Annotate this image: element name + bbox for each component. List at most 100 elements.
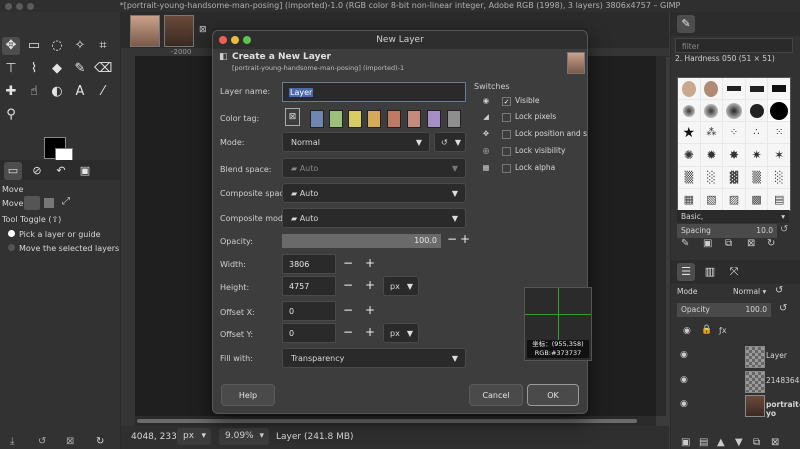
brush-filter-input[interactable]: filter — [675, 38, 793, 53]
brush-grunge-icon[interactable]: ▓ — [723, 166, 745, 188]
maximize-window-button[interactable] — [27, 3, 34, 10]
offset-x-input[interactable]: 0 — [282, 301, 336, 321]
brush-misc-icon[interactable]: ▩ — [745, 188, 768, 210]
width-decrease-button[interactable]: − — [338, 254, 358, 274]
height-increase-button[interactable]: + — [360, 276, 380, 296]
reset-spacing-icon[interactable]: ↺ — [780, 224, 788, 235]
brush-hardness-icon[interactable] — [723, 78, 745, 100]
ok-button[interactable]: OK — [527, 384, 579, 406]
color-tag-brown[interactable] — [387, 110, 401, 128]
width-input[interactable]: 3806 — [282, 254, 336, 274]
brush-star-icon[interactable]: ★ — [678, 122, 700, 144]
layer-mode-select[interactable]: Normal ▾ — [733, 287, 766, 296]
undo-history-tab[interactable]: ↶ — [52, 162, 70, 180]
images-tab[interactable]: ▣ — [76, 162, 94, 180]
visibility-eye-icon[interactable]: ◉ — [680, 399, 688, 409]
raise-layer-icon[interactable]: ▲ — [717, 437, 725, 448]
lock-visibility-checkbox[interactable] — [502, 146, 511, 156]
height-input[interactable]: 4757 — [282, 276, 336, 296]
fx-header-icon[interactable]: ƒx — [719, 326, 727, 335]
dialog-minimize-button[interactable] — [231, 36, 239, 44]
brush-grunge-icon[interactable]: ▒ — [745, 166, 768, 188]
brush-face-icon[interactable] — [700, 78, 723, 100]
smudge-icon[interactable]: ☝ — [25, 83, 43, 101]
warp-icon[interactable]: ⌇ — [25, 60, 43, 78]
layers-tab-icon[interactable]: ☰ — [677, 263, 695, 281]
new-group-icon[interactable]: ▤ — [699, 437, 708, 448]
color-tag-green[interactable] — [329, 110, 343, 128]
new-layer-icon[interactable]: ▣ — [681, 437, 690, 448]
brush-texture-icon[interactable]: ∴ — [745, 122, 768, 144]
brush-grunge-icon[interactable]: ░ — [768, 166, 790, 188]
mode-select[interactable]: Normal ▼ — [282, 132, 430, 152]
dialog-close-button[interactable] — [219, 36, 227, 44]
vertical-scrollbar[interactable] — [656, 56, 666, 416]
brush-splatter-icon[interactable]: ✷ — [745, 144, 768, 166]
color-tag-yellow[interactable] — [348, 110, 362, 128]
reset-options-icon[interactable]: ↻ — [96, 436, 104, 447]
cancel-button[interactable]: Cancel — [469, 384, 523, 406]
help-button[interactable]: Help — [221, 384, 275, 406]
composite-space-select[interactable]: ▰ Auto ▼ — [282, 183, 466, 203]
text-icon[interactable]: A — [71, 83, 89, 101]
offset-y-input[interactable]: 0 — [282, 323, 336, 343]
opacity-increase-button[interactable]: + — [455, 231, 475, 249]
move-path-toggle[interactable]: ⤢ — [62, 196, 70, 207]
brush-misc-icon[interactable]: ▧ — [700, 188, 723, 210]
image-tab-thumbnail[interactable] — [130, 15, 160, 47]
brush-soft-icon[interactable] — [678, 100, 700, 122]
brush-grunge-icon[interactable]: ░ — [700, 166, 723, 188]
move-selected-radio[interactable]: Move the selected layers — [8, 244, 119, 253]
composite-mode-select[interactable]: ▰ Auto ▼ — [282, 208, 466, 228]
brush-soft-icon[interactable] — [700, 100, 723, 122]
brush-misc-icon[interactable]: ▤ — [768, 188, 790, 210]
offset-x-decrease-button[interactable]: − — [338, 301, 358, 321]
mode-reset-icon[interactable]: ↺ — [775, 285, 783, 296]
lock-position-checkbox[interactable] — [502, 129, 511, 139]
brushes-tab-icon[interactable]: ✎ — [677, 15, 695, 33]
opacity-slider[interactable]: 100.0 — [282, 234, 441, 248]
zoom-select[interactable]: 9.09% ▾ — [219, 428, 269, 445]
unit-select[interactable]: px ▾ — [177, 428, 211, 445]
brush-splatter-icon[interactable]: ✹ — [700, 144, 723, 166]
blend-space-select[interactable]: ▰ Auto ▼ — [282, 158, 466, 178]
dialog-maximize-button[interactable] — [243, 36, 251, 44]
lock-alpha-checkbox[interactable] — [502, 163, 511, 173]
opacity-reset-icon[interactable]: ↺ — [779, 303, 787, 314]
brush-hardness-icon[interactable] — [745, 78, 768, 100]
layer-name-input[interactable]: Layer — [282, 82, 466, 102]
color-tag-blue[interactable] — [310, 110, 324, 128]
switch-lock-visibility[interactable]: ◎ Lock visibility — [480, 144, 565, 158]
offset-unit-select[interactable]: px ▼ — [383, 323, 419, 343]
save-options-icon[interactable]: ⤓ — [10, 436, 14, 447]
move-layer-toggle[interactable] — [24, 196, 40, 210]
image-tab-thumbnail[interactable] — [164, 15, 194, 47]
duplicate-layer-icon[interactable]: ⧉ — [753, 437, 760, 448]
crop-icon[interactable]: ⌗ — [94, 37, 112, 55]
color-picker-icon[interactable]: ⁄ — [94, 83, 112, 101]
edit-brush-icon[interactable]: ✎ — [681, 238, 689, 249]
tool-options-tab[interactable]: ▭ — [4, 162, 22, 180]
delete-layer-icon[interactable]: ⊠ — [771, 437, 779, 448]
pick-layer-radio[interactable]: Pick a layer or guide — [8, 230, 101, 239]
layer-row[interactable]: ◉ Layer — [676, 344, 800, 368]
brush-hard-icon[interactable] — [745, 100, 768, 122]
move-selection-toggle[interactable] — [44, 198, 54, 208]
switch-lock-pixels[interactable]: ◢ Lock pixels — [480, 110, 556, 124]
spacing-slider[interactable]: Spacing 10.0 — [677, 224, 777, 238]
paintbrush-icon[interactable]: ✎ — [71, 60, 89, 78]
brush-face-icon[interactable] — [678, 78, 700, 100]
visible-checkbox[interactable]: ✓ — [502, 96, 511, 106]
fuzzy-select-icon[interactable]: ✧ — [71, 37, 89, 55]
heal-icon[interactable]: ✚ — [2, 83, 20, 101]
switch-visible[interactable]: ◉ ✓ Visible — [480, 94, 540, 108]
offset-y-decrease-button[interactable]: − — [338, 323, 358, 343]
bucket-fill-icon[interactable]: ◆ — [48, 60, 66, 78]
fill-with-select[interactable]: Transparency ▼ — [282, 348, 466, 368]
move-icon[interactable]: ✥ — [2, 37, 20, 55]
brush-texture-icon[interactable]: ⁘ — [723, 122, 745, 144]
device-status-tab[interactable]: ⊘ — [28, 162, 46, 180]
brush-grid[interactable]: ★ ⁂ ⁘ ∴ ⁙ ✺ ✹ ✸ ✷ ✶ ▒ ░ ▓ ▒ ░ ▦ ▧ ▨ ▩ ▤ — [677, 77, 791, 211]
width-increase-button[interactable]: + — [360, 254, 380, 274]
mode-group-button[interactable]: ↺ ▼ — [434, 132, 466, 152]
